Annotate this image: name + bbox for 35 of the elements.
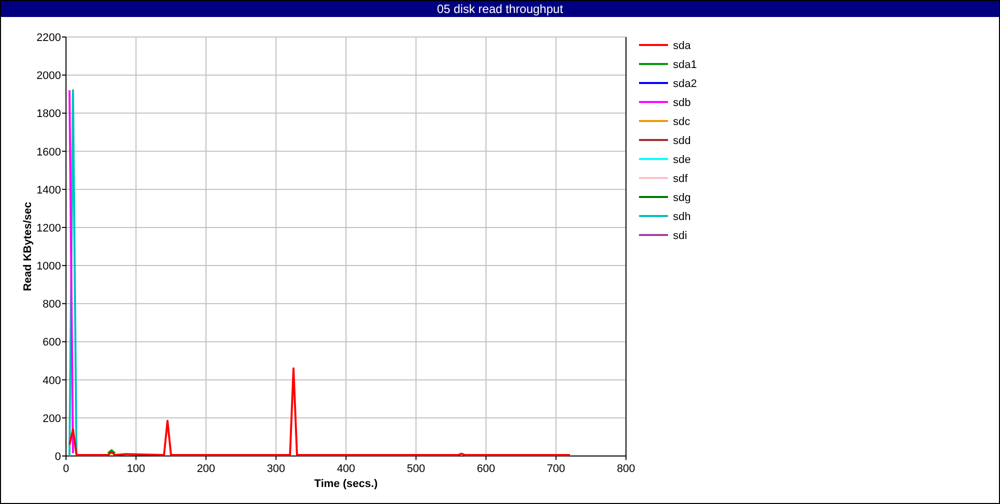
legend-label: sdf — [673, 173, 688, 185]
legend-label: sde — [673, 154, 691, 166]
x-axis-title: Time (secs.) — [314, 478, 378, 490]
y-tick-label: 400 — [42, 374, 61, 387]
x-tick-label: 300 — [266, 463, 286, 475]
legend-label: sda2 — [673, 78, 697, 90]
legend-label: sda1 — [673, 59, 697, 71]
x-tick-label: 200 — [196, 463, 216, 475]
x-tick-label: 700 — [546, 463, 566, 475]
legend-label: sdd — [673, 135, 691, 147]
y-tick-label: 1800 — [36, 108, 61, 120]
window-title: 05 disk read throughput — [436, 2, 564, 16]
y-tick-label: 1200 — [36, 222, 61, 234]
y-tick-label: 1400 — [36, 184, 61, 196]
y-tick-label: 0 — [54, 451, 61, 463]
x-tick-label: 0 — [62, 463, 70, 475]
y-tick-label: 1000 — [36, 260, 61, 273]
y-tick-label: 600 — [42, 336, 61, 349]
x-tick-label: 100 — [126, 463, 146, 475]
y-axis-title: Read KBytes/sec — [22, 202, 34, 292]
x-tick-label: 800 — [616, 463, 636, 475]
legend-label: sdi — [673, 230, 688, 242]
x-tick-label: 500 — [406, 463, 426, 475]
legend-label: sdc — [673, 116, 690, 128]
x-tick-label: 600 — [476, 463, 496, 475]
legend-label: sdg — [673, 192, 691, 204]
y-tick-label: 800 — [42, 298, 61, 311]
legend-label: sda — [673, 40, 691, 52]
x-tick-label: 400 — [336, 463, 356, 475]
y-tick-label: 1600 — [36, 146, 61, 158]
legend-label: sdh — [673, 211, 691, 223]
legend-label: sdb — [673, 97, 691, 109]
y-tick-label: 200 — [42, 412, 61, 425]
y-tick-label: 2000 — [36, 70, 61, 82]
y-tick-label: 2200 — [36, 32, 61, 44]
